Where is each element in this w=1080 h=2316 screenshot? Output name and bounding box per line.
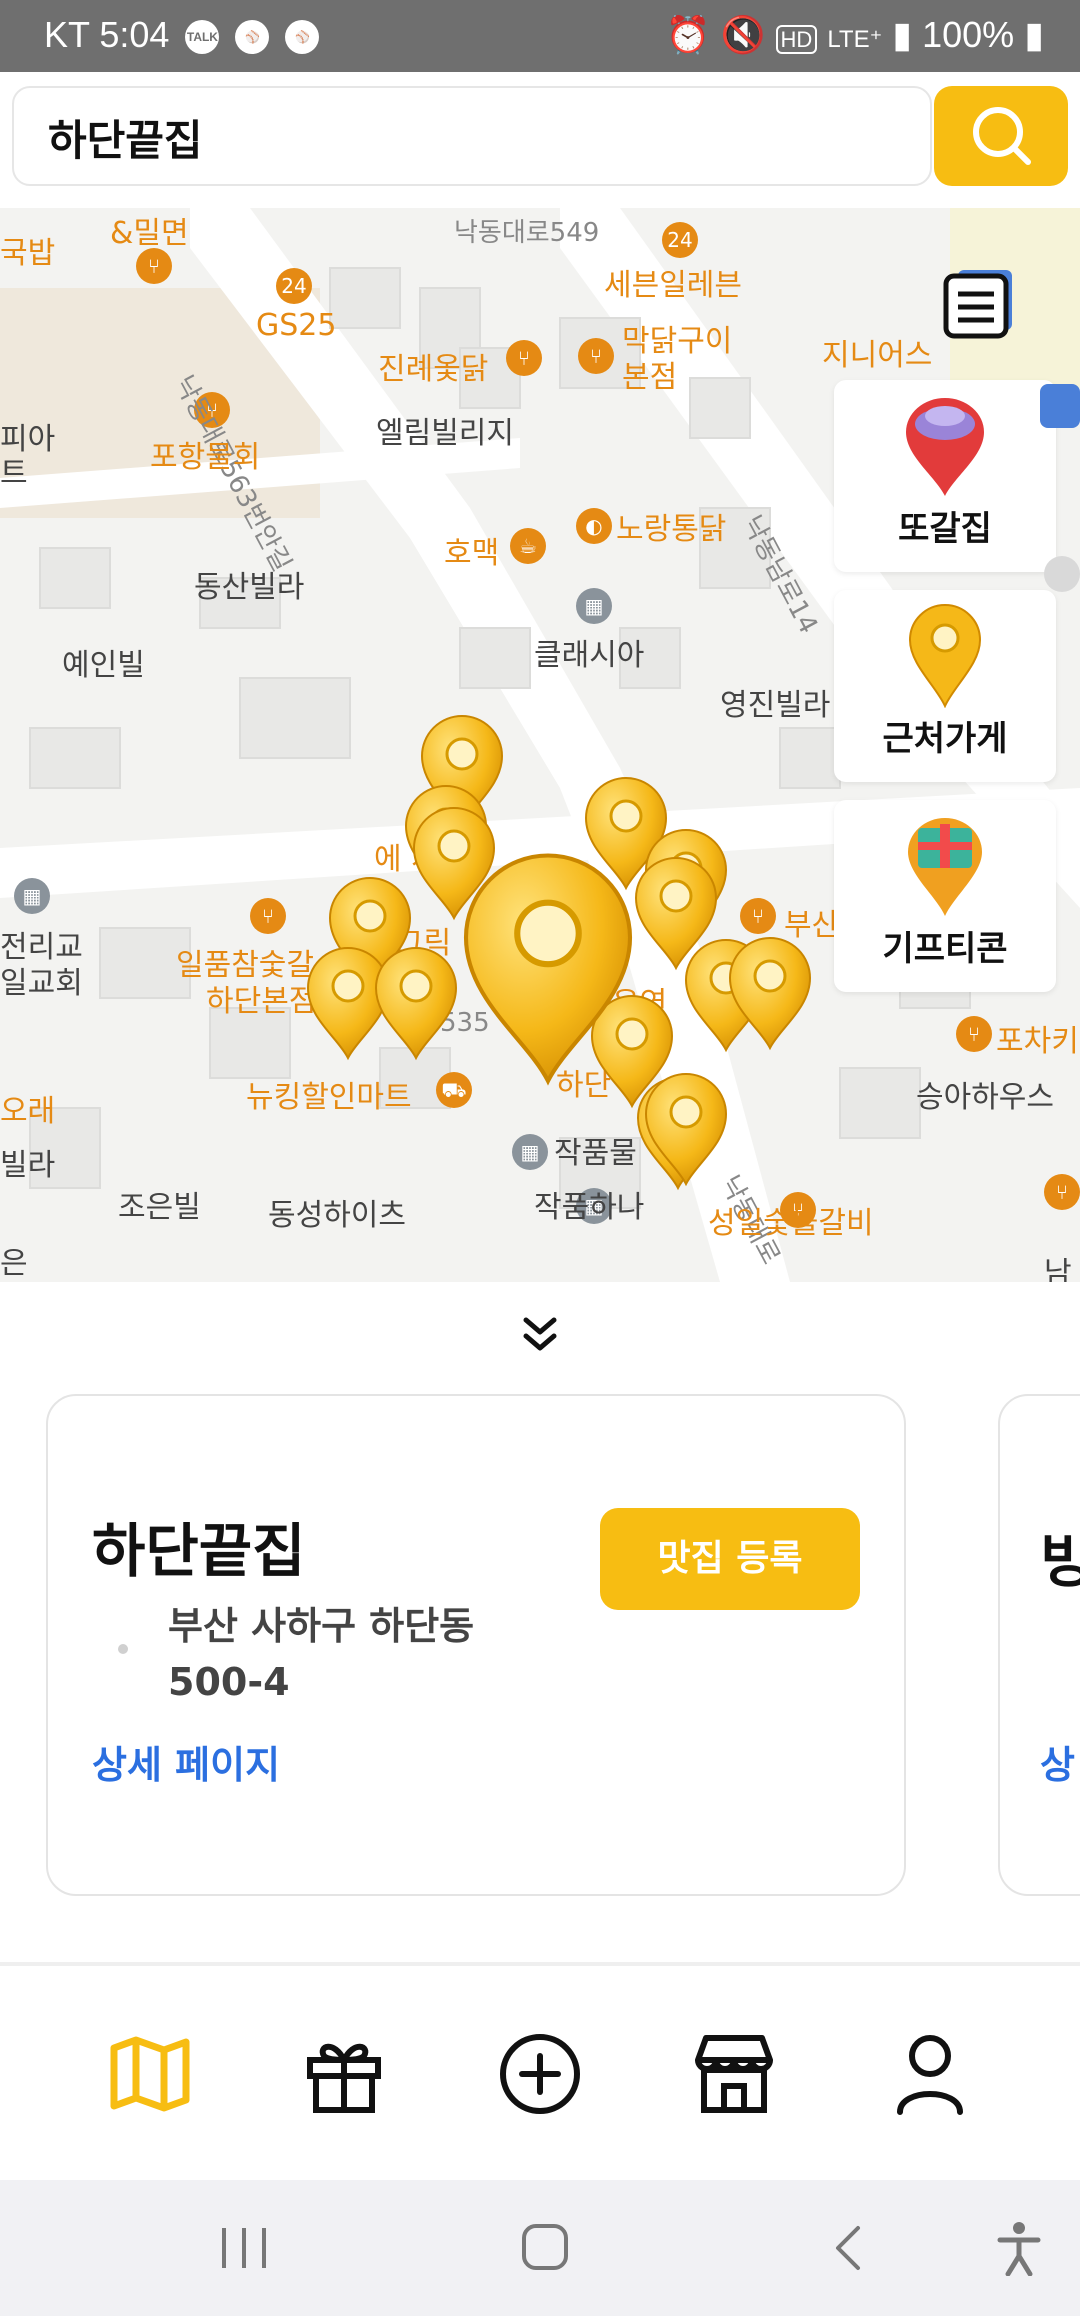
side-item-label: 또갈집: [898, 509, 992, 549]
nav-store[interactable]: [690, 2030, 778, 2118]
map-icon: [110, 2036, 190, 2112]
nav-add[interactable]: [496, 2030, 584, 2118]
home-icon[interactable]: [518, 2220, 572, 2274]
side-item-label: 근처가게: [882, 719, 1008, 759]
system-nav-bar: [0, 2180, 1080, 2316]
chevron-double-down-icon: [523, 1317, 557, 1351]
status-bar: KT 5:04 TALK ⚾ ⚾ ⏰ 🔇 HD LTE⁺ ▮ 100% ▮: [0, 0, 1080, 72]
search-icon: [973, 107, 1031, 165]
address-bullet: [118, 1644, 128, 1654]
battery-icon: ▮: [1024, 14, 1044, 55]
detail-page-link[interactable]: 상세 페이지: [92, 1734, 280, 1789]
lte-icon: LTE⁺: [827, 26, 883, 53]
baseball-icon: ⚾: [235, 20, 270, 55]
alarm-icon: ⏰: [665, 14, 711, 55]
side-item-favorite[interactable]: 또갈집: [834, 380, 1056, 572]
add-circle-icon: [500, 2034, 580, 2114]
talk-icon: TALK: [185, 20, 220, 55]
search-input[interactable]: [46, 106, 910, 168]
list-button[interactable]: [940, 264, 1018, 342]
next-place-name: 빙: [1040, 1527, 1080, 1595]
list-icon: [943, 270, 1012, 339]
accessibility-icon[interactable]: [994, 2220, 1044, 2276]
mute-icon: 🔇: [720, 14, 766, 55]
register-restaurant-button[interactable]: 맛집 등록: [600, 1508, 860, 1610]
place-name: 하단끝집: [92, 1517, 306, 1585]
nav-profile[interactable]: [886, 2030, 974, 2118]
back-icon[interactable]: [826, 2222, 870, 2274]
place-address: 부산 사하구 하단동 500-4: [168, 1604, 475, 1704]
carrier-time: KT 5:04: [44, 14, 170, 55]
map-scroll-indicator: [1044, 556, 1080, 592]
side-item-label: 기프티콘: [882, 929, 1008, 969]
hd-icon: HD: [775, 25, 818, 54]
bus-stop-icon: [1040, 384, 1080, 428]
yellow-pin-icon: [908, 604, 982, 708]
battery-level: 100%: [922, 14, 1015, 55]
nav-gift[interactable]: [300, 2030, 388, 2118]
profile-icon: [897, 2035, 963, 2115]
search-field-container: [12, 86, 932, 186]
baseball-icon: ⚾: [285, 20, 320, 55]
nav-map[interactable]: [106, 2030, 194, 2118]
signal-icon: ▮: [892, 14, 913, 55]
next-detail-link[interactable]: 상: [1040, 1734, 1075, 1789]
store-icon: [695, 2035, 773, 2113]
gift-icon: [307, 2043, 381, 2113]
collapse-button[interactable]: [516, 1310, 564, 1358]
side-item-gifticon[interactable]: 기프티콘: [834, 800, 1056, 992]
heart-pin-icon: [906, 398, 984, 496]
search-button[interactable]: [934, 86, 1068, 186]
side-item-nearby[interactable]: 근처가게: [834, 590, 1056, 782]
recent-apps-icon[interactable]: [214, 2222, 274, 2274]
gift-pin-icon: [908, 818, 982, 916]
next-place-card[interactable]: [998, 1394, 1080, 1896]
map-view[interactable]: ⑂ 24 24 ⑂ ⑂ ⑂ ☕ ◐ ▦ ▦ ⑂ ⑂ ⛟ ▦ ▦ ⑂ ⑂ ⑂ 낙동…: [0, 208, 1080, 1282]
